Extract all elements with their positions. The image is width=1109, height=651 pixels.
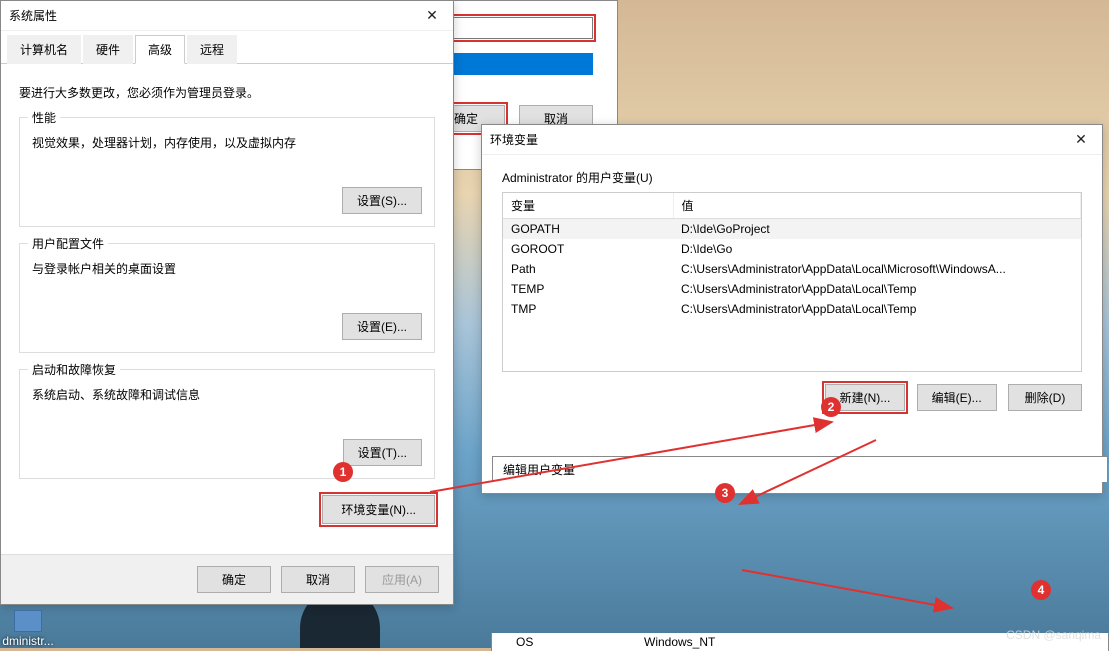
- performance-group: 性能 视觉效果，处理器计划，内存使用，以及虚拟内存 设置(S)...: [19, 117, 435, 227]
- sysprops-titlebar[interactable]: 系统属性 ✕: [1, 1, 453, 31]
- env-title: 环境变量: [490, 131, 1068, 148]
- table-row[interactable]: TEMPC:\Users\Administrator\AppData\Local…: [503, 279, 1081, 299]
- table-row[interactable]: TMPC:\Users\Administrator\AppData\Local\…: [503, 299, 1081, 319]
- user-profiles-title: 用户配置文件: [28, 235, 108, 252]
- ok-button[interactable]: 确定: [197, 566, 271, 593]
- sysprops-title: 系统属性: [9, 7, 419, 24]
- edit-user-variable-label: 编辑用户变量: [492, 456, 1108, 482]
- sysprops-bottom-bar: 确定 取消 应用(A): [1, 554, 453, 604]
- table-row[interactable]: GOPATHD:\Ide\GoProject: [503, 219, 1081, 240]
- tab-computer-name[interactable]: 计算机名: [7, 35, 81, 64]
- tab-hardware[interactable]: 硬件: [83, 35, 133, 64]
- annotation-marker-1: 1: [333, 462, 353, 482]
- startup-recovery-settings-button[interactable]: 设置(T)...: [343, 439, 422, 466]
- env-body: Administrator 的用户变量(U) 变量 值 GOPATHD:\Ide…: [482, 155, 1102, 425]
- system-properties-window: 系统属性 ✕ 计算机名 硬件 高级 远程 要进行大多数更改，您必须作为管理员登录…: [0, 0, 454, 605]
- sysprops-tabs: 计算机名 硬件 高级 远程: [1, 35, 453, 64]
- annotation-marker-3: 3: [715, 483, 735, 503]
- watermark: CSDN @sanqima: [1006, 628, 1101, 642]
- close-icon[interactable]: ✕: [419, 5, 445, 27]
- user-vars-table[interactable]: 变量 值 GOPATHD:\Ide\GoProject GOROOTD:\Ide…: [503, 193, 1081, 319]
- apply-button[interactable]: 应用(A): [365, 566, 439, 593]
- annotation-marker-2: 2: [821, 397, 841, 417]
- desktop-shortcut[interactable]: dministr...: [2, 610, 54, 648]
- user-vars-table-wrap: 变量 值 GOPATHD:\Ide\GoProject GOROOTD:\Ide…: [502, 192, 1082, 372]
- col-value[interactable]: 值: [673, 193, 1081, 219]
- performance-settings-button[interactable]: 设置(S)...: [342, 187, 422, 214]
- environment-variables-window: 环境变量 ✕ Administrator 的用户变量(U) 变量 值 GOPAT…: [481, 124, 1103, 494]
- tab-remote[interactable]: 远程: [187, 35, 237, 64]
- user-profiles-desc: 与登录帐户相关的桌面设置: [32, 260, 422, 277]
- user-profiles-settings-button[interactable]: 设置(E)...: [342, 313, 422, 340]
- user-profiles-group: 用户配置文件 与登录帐户相关的桌面设置 设置(E)...: [19, 243, 435, 353]
- close-icon[interactable]: ✕: [1068, 129, 1094, 151]
- shortcut-icon: [14, 610, 42, 632]
- startup-recovery-title: 启动和故障恢复: [28, 361, 120, 378]
- col-variable[interactable]: 变量: [503, 193, 673, 219]
- performance-desc: 视觉效果，处理器计划，内存使用，以及虚拟内存: [32, 134, 422, 151]
- table-row[interactable]: PathC:\Users\Administrator\AppData\Local…: [503, 259, 1081, 279]
- performance-title: 性能: [28, 109, 60, 126]
- user-vars-buttons: 新建(N)... 编辑(E)... 删除(D): [502, 384, 1082, 411]
- annotation-marker-4: 4: [1031, 580, 1051, 600]
- cancel-button[interactable]: 取消: [281, 566, 355, 593]
- user-vars-label: Administrator 的用户变量(U): [502, 169, 1082, 186]
- environment-variables-button[interactable]: 环境变量(N)...: [322, 495, 435, 524]
- startup-recovery-group: 启动和故障恢复 系统启动、系统故障和调试信息 设置(T)...: [19, 369, 435, 479]
- admin-note: 要进行大多数更改，您必须作为管理员登录。: [19, 84, 435, 101]
- delete-button[interactable]: 删除(D): [1008, 384, 1082, 411]
- table-row[interactable]: GOROOTD:\Ide\Go: [503, 239, 1081, 259]
- sysprops-body: 要进行大多数更改，您必须作为管理员登录。 性能 视觉效果，处理器计划，内存使用，…: [1, 64, 453, 536]
- tab-advanced[interactable]: 高级: [135, 35, 185, 64]
- env-titlebar[interactable]: 环境变量 ✕: [482, 125, 1102, 155]
- edit-button[interactable]: 编辑(E)...: [917, 384, 997, 411]
- startup-recovery-desc: 系统启动、系统故障和调试信息: [32, 386, 422, 403]
- shortcut-label: dministr...: [2, 634, 54, 648]
